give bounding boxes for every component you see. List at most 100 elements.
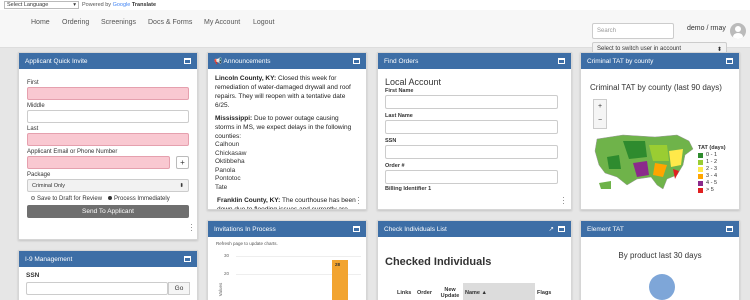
- nav-screenings[interactable]: Screenings: [101, 19, 136, 26]
- go-button[interactable]: Go: [168, 282, 190, 295]
- language-select[interactable]: Select Language ▾: [4, 1, 79, 9]
- zoom-in-icon[interactable]: +: [594, 100, 606, 114]
- ssn-label: SSN: [385, 138, 397, 144]
- list-item: Calhoun: [215, 141, 240, 148]
- window-icon[interactable]: [558, 58, 565, 64]
- nav-docs-forms[interactable]: Docs & Forms: [148, 19, 192, 26]
- panel-title: Criminal TAT by county: [587, 57, 654, 65]
- legend-label: 3 - 4: [706, 173, 718, 179]
- bar-data-label: 28: [335, 261, 341, 267]
- legend-swatch: [698, 174, 703, 179]
- account-subtitle: Local Account: [385, 77, 442, 87]
- legend-swatch: [698, 160, 703, 165]
- nav-home[interactable]: Home: [31, 19, 50, 26]
- announcement-heading: Franklin County, KY:: [217, 196, 281, 204]
- external-link-icon[interactable]: ↗: [549, 225, 554, 233]
- nav-my-account[interactable]: My Account: [204, 19, 240, 26]
- ssn-input[interactable]: [26, 282, 168, 295]
- legend-item: 0 - 1: [698, 152, 726, 159]
- language-select-label: Select Language: [7, 2, 49, 8]
- process-now-option[interactable]: Process Immediately: [108, 196, 170, 202]
- kebab-menu-icon[interactable]: · · ·: [357, 194, 360, 208]
- list-item: Pontotoc: [215, 175, 241, 183]
- nav-logout[interactable]: Logout: [253, 19, 274, 26]
- megaphone-icon: 📢: [214, 58, 223, 65]
- package-select[interactable]: Criminal Only ⬍: [27, 179, 189, 192]
- announcement-item: Mississippi: Due to power outage causing…: [215, 114, 359, 141]
- county-list: Calhoun Chickasaw Oktibbeha Panola Ponto…: [215, 141, 359, 193]
- last-name-field[interactable]: [385, 120, 558, 134]
- search-input[interactable]: Search: [592, 23, 674, 39]
- announcements-panel: 📢 Announcements Lincoln County, KY: Clos…: [207, 52, 367, 210]
- zoom-out-icon[interactable]: −: [594, 114, 606, 128]
- process-now-label: Process Immediately: [114, 196, 170, 202]
- save-draft-option[interactable]: Save to Draft for Review: [31, 196, 102, 202]
- invitations-header: Invitations In Process: [208, 221, 366, 237]
- first-name-label: First Name: [385, 88, 414, 94]
- y-tick-label: 20: [224, 271, 230, 276]
- section-heading: Checked Individuals: [385, 256, 492, 268]
- check-individuals-header: Check Individuals List ↗: [378, 221, 571, 237]
- chevron-down-icon: ▾: [73, 2, 76, 8]
- package-value: Criminal Only: [32, 183, 66, 189]
- list-item: Chickasaw: [215, 149, 247, 157]
- chart-subtitle: By product last 30 days: [618, 251, 702, 260]
- powered-by-text: Powered by Google Translate: [82, 2, 156, 8]
- panel-title: Announcements: [223, 58, 271, 65]
- kebab-menu-icon[interactable]: · · ·: [562, 194, 565, 208]
- kebab-menu-icon[interactable]: · · ·: [190, 221, 193, 235]
- check-individuals-panel: Check Individuals List ↗ Checked Individ…: [377, 220, 572, 300]
- billing-identifier-label: Billing Identifier 1: [385, 186, 432, 192]
- middle-name-input[interactable]: [27, 110, 189, 123]
- window-icon[interactable]: [726, 226, 733, 232]
- column-order[interactable]: Order: [415, 290, 437, 296]
- zoom-controls[interactable]: + −: [593, 99, 607, 129]
- translate-link[interactable]: Translate: [132, 2, 156, 8]
- legend-label: 0 - 1: [706, 152, 718, 158]
- window-icon[interactable]: [184, 256, 191, 262]
- invitations-panel: Invitations In Process Refresh page to u…: [207, 220, 367, 300]
- quick-invite-panel: Applicant Quick Invite First Middle Last…: [18, 52, 198, 240]
- order-number-field[interactable]: [385, 170, 558, 184]
- last-name-input[interactable]: [27, 133, 189, 146]
- window-icon[interactable]: [353, 226, 360, 232]
- window-icon[interactable]: [184, 58, 191, 64]
- email-phone-input[interactable]: [27, 156, 170, 169]
- panel-title: I-9 Management: [25, 255, 73, 263]
- column-name[interactable]: Name ▲: [463, 283, 535, 300]
- legend-item: 4 - 5: [698, 180, 726, 187]
- gridline: [236, 256, 361, 257]
- panel-title: Invitations In Process: [214, 225, 276, 233]
- ssn-field[interactable]: [385, 145, 558, 159]
- column-new-update[interactable]: New Update: [437, 287, 463, 299]
- window-icon[interactable]: [353, 58, 360, 64]
- announcement-heading: Mississippi:: [215, 115, 253, 122]
- list-item: Oktibbeha: [215, 158, 245, 166]
- panel-title: Applicant Quick Invite: [25, 57, 88, 65]
- column-flags[interactable]: Flags: [535, 290, 551, 296]
- avatar[interactable]: [730, 23, 746, 39]
- send-to-applicant-button[interactable]: Send To Applicant: [27, 205, 189, 218]
- pie-chart[interactable]: [649, 274, 675, 300]
- window-icon[interactable]: [558, 226, 565, 232]
- panel-title: Find Orders: [384, 57, 419, 65]
- legend-item: 3 - 4: [698, 173, 726, 180]
- panel-title: Element TAT: [587, 225, 624, 233]
- column-links[interactable]: Links: [383, 290, 411, 296]
- quick-invite-header: Applicant Quick Invite: [19, 53, 197, 69]
- user-label: demo / rmay: [687, 25, 726, 32]
- nav-ordering[interactable]: Ordering: [62, 19, 89, 26]
- map-title: Criminal TAT by county (last 90 days): [590, 83, 722, 92]
- radio-selected-icon: [108, 196, 113, 201]
- first-name-input[interactable]: [27, 87, 189, 100]
- add-button[interactable]: +: [176, 155, 189, 169]
- refresh-note: Refresh page to update charts.: [216, 241, 278, 246]
- first-label: First: [27, 80, 39, 86]
- announcement-heading: Lincoln County, KY:: [215, 75, 277, 82]
- powered-by-label: Powered by: [82, 2, 112, 8]
- first-name-field[interactable]: [385, 95, 558, 109]
- legend-swatch: [698, 153, 703, 158]
- legend-swatch: [698, 167, 703, 172]
- window-icon[interactable]: [726, 58, 733, 64]
- us-county-map[interactable]: [593, 131, 698, 193]
